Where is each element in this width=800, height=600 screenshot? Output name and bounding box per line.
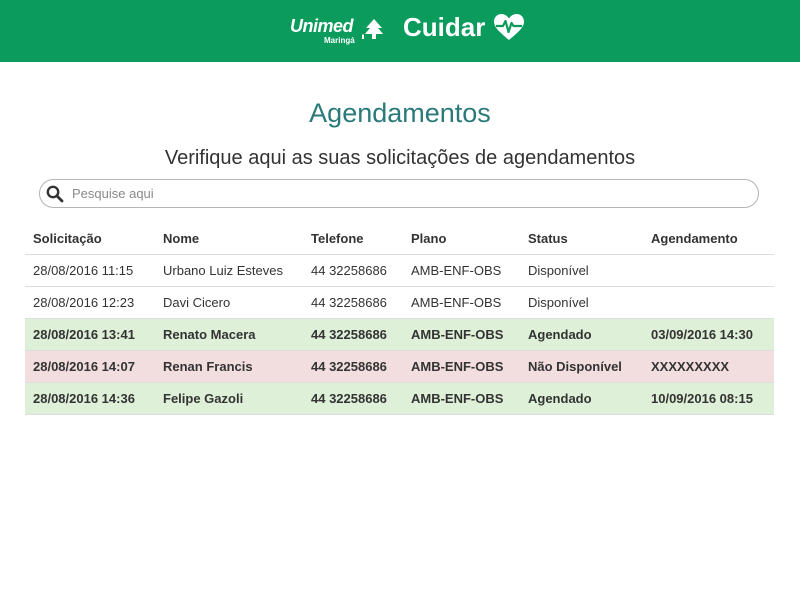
cell-nome: Renato Macera: [155, 318, 303, 351]
search-box[interactable]: [39, 179, 759, 208]
cell-plano: AMB-ENF-OBS: [403, 382, 520, 415]
cell-status: Disponível: [520, 254, 643, 287]
cell-status: Não Disponível: [520, 350, 643, 383]
column-header-plano[interactable]: Plano: [403, 222, 520, 255]
table-row[interactable]: 28/08/2016 13:41 Renato Macera 44 322586…: [25, 318, 774, 351]
top-bar: Unimed Maringá Cuidar: [0, 0, 800, 62]
unimed-logo[interactable]: Unimed Maringá: [290, 14, 386, 48]
cell-nome: Felipe Gazoli: [155, 382, 303, 415]
cell-status: Disponível: [520, 286, 643, 319]
table-header-row: Solicitação Nome Telefone Plano Status A…: [25, 222, 774, 255]
cell-telefone: 44 32258686: [303, 350, 403, 383]
cell-agendamento: [643, 254, 774, 287]
table-row[interactable]: 28/08/2016 14:07 Renan Francis 44 322586…: [25, 350, 774, 383]
cell-agendamento: XXXXXXXXX: [643, 350, 774, 383]
cell-plano: AMB-ENF-OBS: [403, 350, 520, 383]
requests-table: Solicitação Nome Telefone Plano Status A…: [25, 222, 774, 415]
column-header-nome[interactable]: Nome: [155, 222, 303, 255]
heart-pulse-icon: [494, 14, 524, 40]
search-input[interactable]: [72, 183, 742, 204]
logo-text: Unimed: [290, 16, 354, 36]
cell-status: Agendado: [520, 382, 643, 415]
cell-telefone: 44 32258686: [303, 318, 403, 351]
cell-agendamento: 10/09/2016 08:15: [643, 382, 774, 415]
cell-telefone: 44 32258686: [303, 286, 403, 319]
cell-agendamento: 03/09/2016 14:30: [643, 318, 774, 351]
cell-status: Agendado: [520, 318, 643, 351]
table-row[interactable]: 28/08/2016 11:15 Urbano Luiz Esteves 44 …: [25, 254, 774, 287]
column-header-agendamento[interactable]: Agendamento: [643, 222, 774, 255]
cell-nome: Urbano Luiz Esteves: [155, 254, 303, 287]
cell-plano: AMB-ENF-OBS: [403, 286, 520, 319]
page-title: Agendamentos: [309, 98, 491, 128]
brand-title: Cuidar: [403, 12, 486, 42]
cell-nome: Renan Francis: [155, 350, 303, 383]
cell-solicitacao: 28/08/2016 14:36: [25, 382, 155, 415]
column-header-status[interactable]: Status: [520, 222, 643, 255]
column-header-telefone[interactable]: Telefone: [303, 222, 403, 255]
unimed-tree-icon: [362, 19, 383, 39]
cell-nome: Davi Cicero: [155, 286, 303, 319]
cell-agendamento: [643, 286, 774, 319]
cell-telefone: 44 32258686: [303, 254, 403, 287]
cell-telefone: 44 32258686: [303, 382, 403, 415]
column-header-solicitacao[interactable]: Solicitação: [25, 222, 155, 255]
cell-solicitacao: 28/08/2016 11:15: [25, 254, 155, 287]
cell-solicitacao: 28/08/2016 12:23: [25, 286, 155, 319]
cell-plano: AMB-ENF-OBS: [403, 318, 520, 351]
search-icon: [46, 185, 64, 203]
table-row[interactable]: 28/08/2016 14:36 Felipe Gazoli 44 322586…: [25, 382, 774, 415]
cell-solicitacao: 28/08/2016 13:41: [25, 318, 155, 351]
page-subtitle: Verifique aqui as suas solicitações de a…: [164, 147, 636, 169]
cell-plano: AMB-ENF-OBS: [403, 254, 520, 287]
table-row[interactable]: 28/08/2016 12:23 Davi Cicero 44 32258686…: [25, 286, 774, 319]
logo-subtext: Maringá: [324, 36, 355, 45]
cell-solicitacao: 28/08/2016 14:07: [25, 350, 155, 383]
